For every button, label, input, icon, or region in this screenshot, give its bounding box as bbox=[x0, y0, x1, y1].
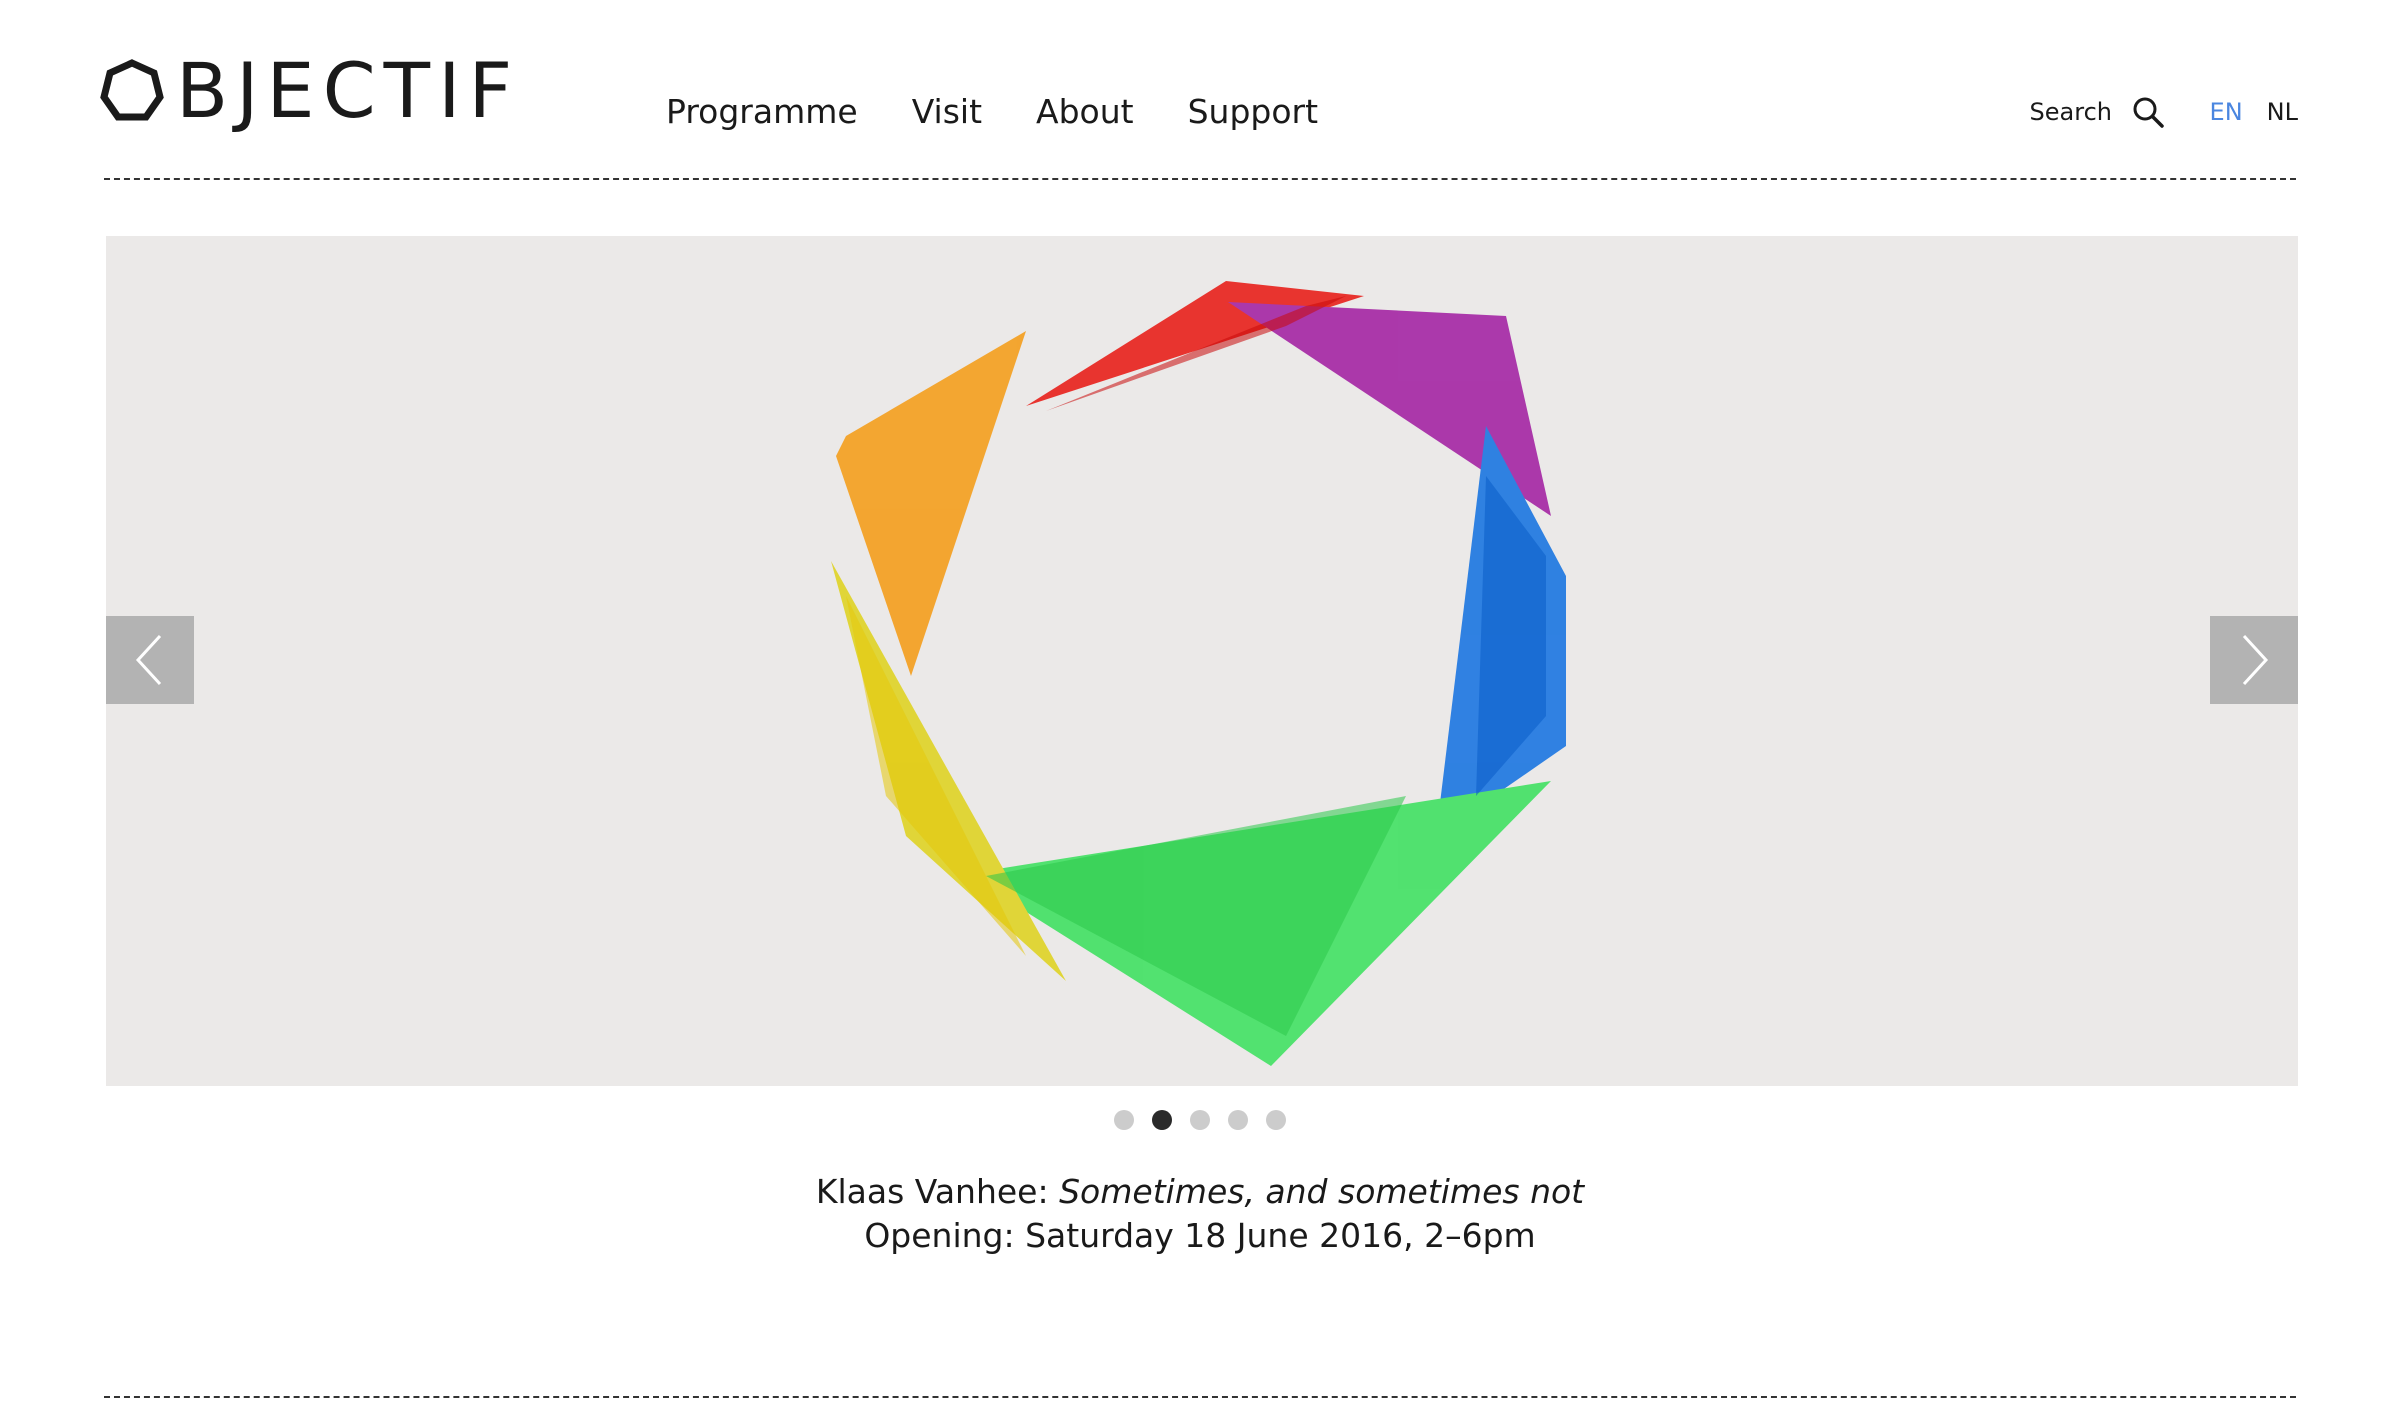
footer-divider bbox=[104, 1396, 2296, 1398]
chevron-left-icon bbox=[135, 634, 162, 686]
slide-caption[interactable]: Klaas Vanhee: Sometimes, and sometimes n… bbox=[0, 1170, 2400, 1258]
nav-item-programme[interactable]: Programme bbox=[666, 88, 858, 136]
slider-dot-1[interactable] bbox=[1114, 1110, 1134, 1130]
language-en[interactable]: EN bbox=[2210, 98, 2243, 126]
search-label: Search bbox=[2029, 98, 2112, 126]
slider-prev-button[interactable] bbox=[106, 616, 194, 704]
slider-next-button[interactable] bbox=[2210, 616, 2298, 704]
slider-pagination bbox=[0, 1110, 2400, 1130]
language-switcher: EN NL bbox=[2210, 98, 2298, 126]
caption-line-title: Klaas Vanhee: Sometimes, and sometimes n… bbox=[0, 1170, 2400, 1214]
language-nl[interactable]: NL bbox=[2267, 98, 2298, 126]
logo-link[interactable]: BJECTIF bbox=[100, 46, 521, 135]
chevron-right-icon bbox=[2242, 634, 2269, 686]
slider-dot-2[interactable] bbox=[1152, 1110, 1172, 1130]
image-slider[interactable] bbox=[106, 236, 2298, 1086]
slider-dot-5[interactable] bbox=[1266, 1110, 1286, 1130]
search-button[interactable]: Search bbox=[2030, 96, 2164, 128]
logo-text: BJECTIF bbox=[176, 46, 521, 135]
logo-mark-icon bbox=[100, 59, 164, 121]
nav-item-visit[interactable]: Visit bbox=[912, 88, 982, 136]
main-nav: Programme Visit About Support bbox=[666, 88, 1318, 136]
slider-dot-4[interactable] bbox=[1228, 1110, 1248, 1130]
caption-artist: Klaas Vanhee: bbox=[815, 1172, 1049, 1211]
nav-item-about[interactable]: About bbox=[1036, 88, 1134, 136]
caption-exhibition-title: Sometimes, and sometimes not bbox=[1059, 1172, 1585, 1211]
caption-opening: Opening: Saturday 18 June 2016, 2–6pm bbox=[864, 1216, 1536, 1255]
slider-dot-3[interactable] bbox=[1190, 1110, 1210, 1130]
search-icon bbox=[2133, 97, 2164, 128]
header-divider bbox=[104, 178, 2296, 180]
nav-item-support[interactable]: Support bbox=[1188, 88, 1318, 136]
slide-image-colorful-triangles bbox=[831, 281, 1566, 1066]
